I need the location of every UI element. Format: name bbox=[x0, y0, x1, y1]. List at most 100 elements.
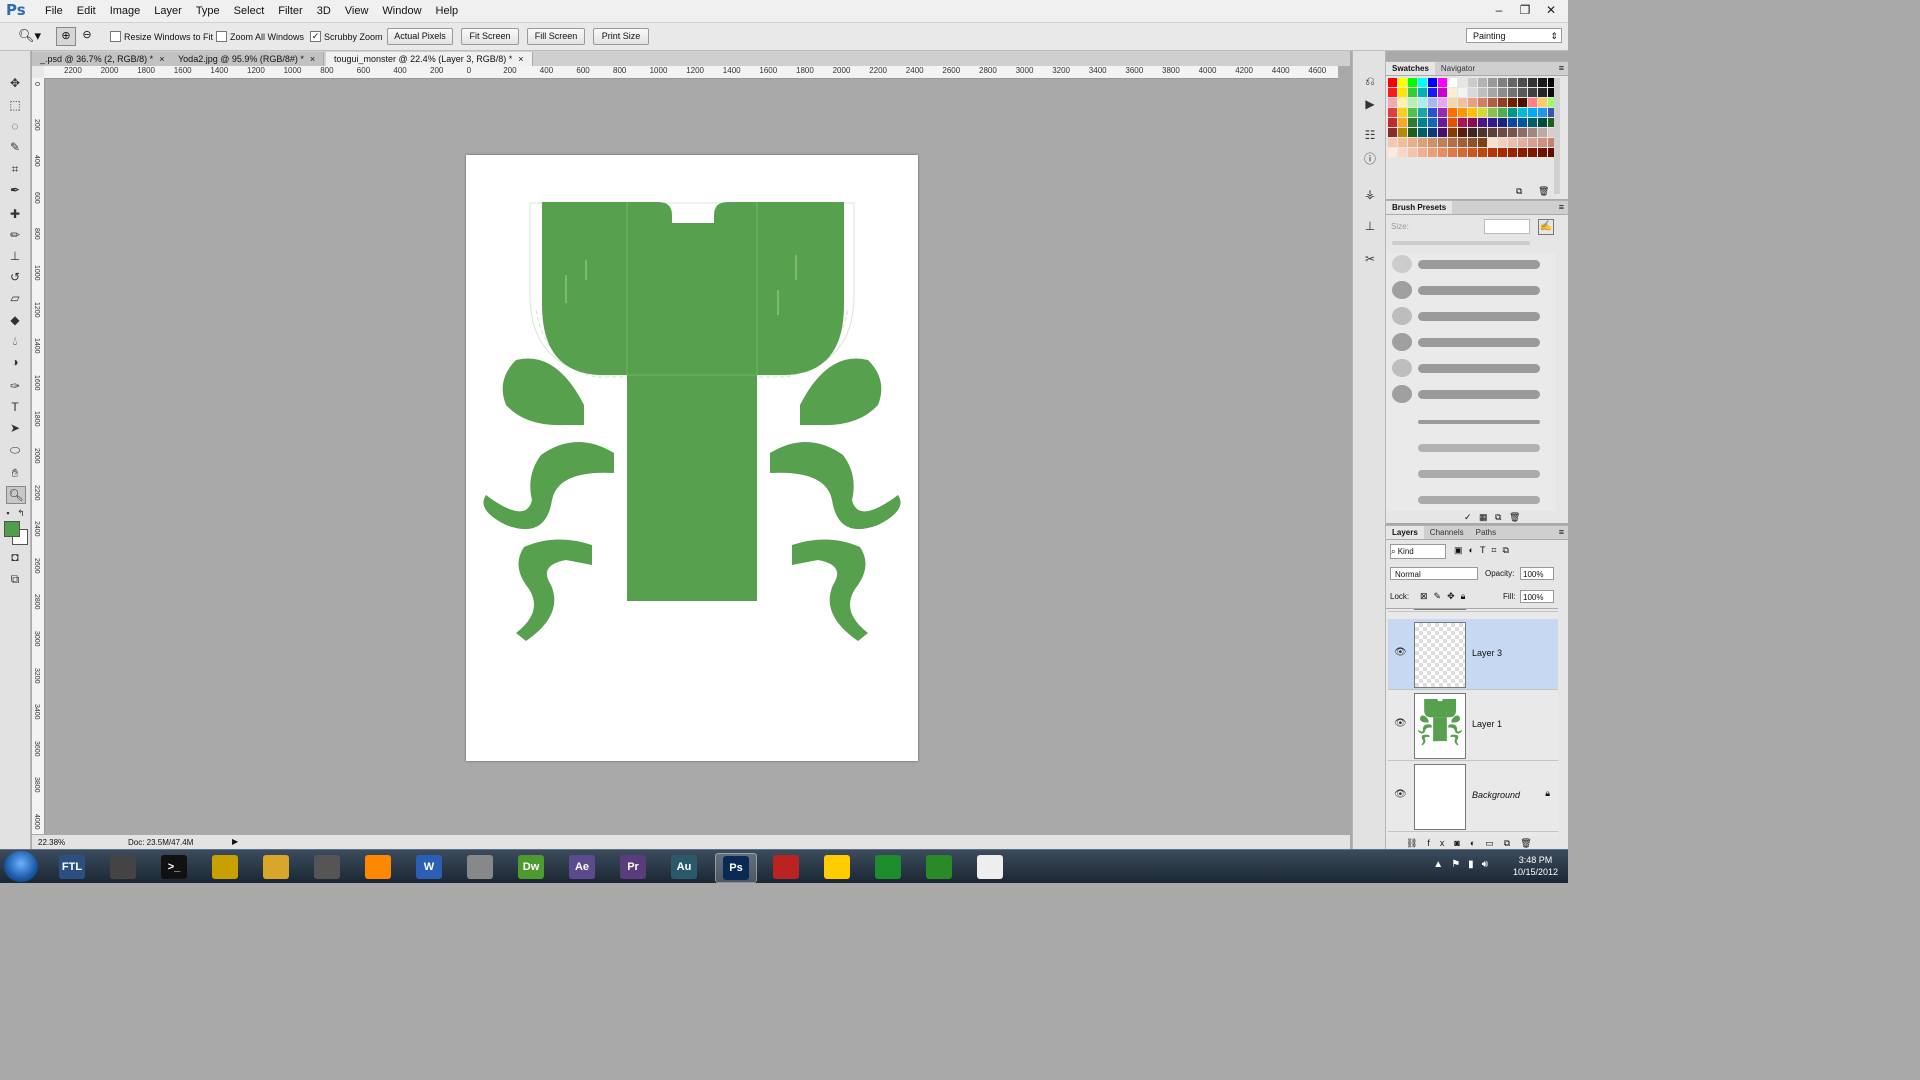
hand-tool-icon[interactable]: ✋︎ bbox=[6, 465, 24, 481]
brush-preset[interactable] bbox=[1390, 331, 1542, 353]
color-swatch[interactable] bbox=[1508, 128, 1517, 137]
color-swatch[interactable] bbox=[1518, 128, 1527, 137]
color-swatch[interactable] bbox=[1438, 108, 1447, 117]
layer-filter-icons[interactable]: ▣◐T⌗⧉ bbox=[1454, 545, 1515, 556]
blur-tool-icon[interactable]: 💧︎ bbox=[6, 333, 24, 349]
color-swatch[interactable] bbox=[1398, 128, 1407, 137]
color-swatch[interactable] bbox=[1408, 98, 1417, 107]
taskbar-app-button[interactable] bbox=[103, 853, 143, 881]
brush-size-input[interactable] bbox=[1484, 219, 1530, 234]
color-swatch[interactable] bbox=[1388, 118, 1397, 127]
color-swatch[interactable] bbox=[1448, 78, 1457, 87]
swatches-scrollbar[interactable] bbox=[1554, 78, 1560, 194]
color-swatch[interactable] bbox=[1538, 78, 1547, 87]
panel-menu-icon[interactable]: ≡ bbox=[1559, 526, 1564, 539]
color-swatch[interactable] bbox=[1398, 148, 1407, 157]
color-swatch[interactable] bbox=[1458, 78, 1467, 87]
taskbar-app-button[interactable]: W bbox=[409, 853, 449, 881]
color-swatch[interactable] bbox=[1448, 128, 1457, 137]
taskbar-app-button[interactable] bbox=[256, 853, 296, 881]
color-swatch[interactable] bbox=[1408, 108, 1417, 117]
color-swatch[interactable] bbox=[1438, 118, 1447, 127]
color-swatch[interactable] bbox=[1388, 128, 1397, 137]
taskbar-app-button[interactable]: >_ bbox=[154, 853, 194, 881]
color-swatch[interactable] bbox=[1518, 148, 1527, 157]
clock[interactable]: 3:48 PM 10/15/2012 bbox=[1513, 854, 1558, 878]
color-swatch[interactable] bbox=[1488, 98, 1497, 107]
status-menu-arrow[interactable]: ▶ bbox=[232, 837, 238, 846]
color-swatch[interactable] bbox=[1438, 138, 1447, 147]
fit-screen-button[interactable]: Fit Screen bbox=[461, 28, 519, 45]
pen-tool-icon[interactable]: ✑ bbox=[6, 378, 24, 394]
color-swatch[interactable] bbox=[1458, 118, 1467, 127]
color-swatch[interactable] bbox=[1518, 138, 1527, 147]
color-swatch[interactable] bbox=[1518, 78, 1527, 87]
color-swatch[interactable] bbox=[1488, 138, 1497, 147]
menu-file[interactable]: File bbox=[38, 4, 70, 18]
color-swatch[interactable] bbox=[1418, 78, 1427, 87]
lock-options-icons[interactable]: ⊠✎✥🔒︎ bbox=[1420, 591, 1471, 602]
color-swatch[interactable] bbox=[1478, 128, 1487, 137]
layer-row-layer-3[interactable]: 👁︎ Layer 3 bbox=[1388, 619, 1558, 690]
move-tool-icon[interactable]: ✥ bbox=[6, 75, 24, 91]
brush-panel-footer-icons[interactable]: ✓ ▦ ⧉ 🗑︎ bbox=[1464, 512, 1520, 523]
brush-panel-toggle-icon[interactable]: ✍ bbox=[1538, 219, 1554, 235]
taskbar-app-button[interactable] bbox=[970, 853, 1010, 881]
workspace-select[interactable]: Painting ⇕ bbox=[1466, 28, 1562, 43]
color-swatch[interactable] bbox=[1448, 118, 1457, 127]
color-swatch[interactable] bbox=[1428, 88, 1437, 97]
brush-preset[interactable] bbox=[1390, 489, 1542, 511]
color-swatch[interactable] bbox=[1488, 78, 1497, 87]
color-swatch[interactable] bbox=[1418, 118, 1427, 127]
color-swatch[interactable] bbox=[1488, 118, 1497, 127]
color-swatch[interactable] bbox=[1498, 118, 1507, 127]
color-swatch[interactable] bbox=[1538, 148, 1547, 157]
taskbar-app-button[interactable]: Ae bbox=[562, 853, 602, 881]
color-swatch[interactable] bbox=[1468, 148, 1477, 157]
color-swatch[interactable] bbox=[1468, 118, 1477, 127]
color-swatch[interactable] bbox=[1398, 98, 1407, 107]
color-swatch[interactable] bbox=[1538, 118, 1547, 127]
swap-colors-icon[interactable]: ↰ bbox=[15, 505, 27, 521]
color-swatch[interactable] bbox=[1428, 78, 1437, 87]
checkbox-box[interactable] bbox=[216, 31, 227, 42]
brush-size-slider[interactable] bbox=[1392, 241, 1530, 245]
color-swatch[interactable] bbox=[1468, 138, 1477, 147]
tab-paths[interactable]: Paths bbox=[1470, 526, 1502, 539]
color-swatch[interactable] bbox=[1488, 148, 1497, 157]
color-swatch[interactable] bbox=[1528, 138, 1537, 147]
color-swatch[interactable] bbox=[1428, 148, 1437, 157]
history-brush-tool-icon[interactable]: ↺ bbox=[6, 269, 24, 285]
color-swatch[interactable] bbox=[1518, 118, 1527, 127]
volume-icon[interactable]: 🔊︎ bbox=[1482, 859, 1488, 870]
restore-button[interactable]: ❐ bbox=[1514, 2, 1536, 18]
tab-layers[interactable]: Layers bbox=[1386, 526, 1424, 539]
color-swatch[interactable] bbox=[1398, 78, 1407, 87]
layer-name[interactable]: Layer 1 bbox=[1472, 719, 1502, 729]
color-swatch[interactable] bbox=[1388, 138, 1397, 147]
color-swatch[interactable] bbox=[1468, 78, 1477, 87]
color-swatch[interactable] bbox=[1458, 138, 1467, 147]
brush-preset[interactable] bbox=[1390, 383, 1542, 405]
layer-name[interactable]: Layer 3 bbox=[1472, 648, 1502, 658]
color-swatch[interactable] bbox=[1508, 148, 1517, 157]
color-swatch[interactable] bbox=[1498, 98, 1507, 107]
taskbar-app-button[interactable]: Ps bbox=[715, 853, 757, 883]
close-icon[interactable]: × bbox=[159, 54, 164, 64]
color-swatch[interactable] bbox=[1428, 118, 1437, 127]
color-swatch[interactable] bbox=[1458, 88, 1467, 97]
color-swatch[interactable] bbox=[1408, 138, 1417, 147]
tab-swatches[interactable]: Swatches bbox=[1386, 62, 1435, 75]
ellipse-tool-icon[interactable]: ⬭ bbox=[6, 442, 24, 458]
color-swatch[interactable] bbox=[1488, 128, 1497, 137]
lasso-tool-icon[interactable]: ◌ bbox=[6, 118, 24, 134]
ruler-left[interactable]: 0 200 400 600 800 1000 1200 1400 1600 1800 2000 220… bbox=[32, 78, 45, 834]
zoom-level[interactable]: 22.38% bbox=[38, 838, 65, 847]
color-swatch[interactable] bbox=[1388, 98, 1397, 107]
color-swatch[interactable] bbox=[1408, 88, 1417, 97]
color-swatch[interactable] bbox=[1418, 148, 1427, 157]
zoom-tool-icon[interactable]: 🔍︎ bbox=[6, 486, 26, 504]
color-swatch[interactable] bbox=[1518, 88, 1527, 97]
minimize-button[interactable]: – bbox=[1488, 2, 1510, 18]
layers-footer-icons[interactable]: ⛓fx◙◐▭⧉🗑︎ bbox=[1406, 838, 1542, 849]
